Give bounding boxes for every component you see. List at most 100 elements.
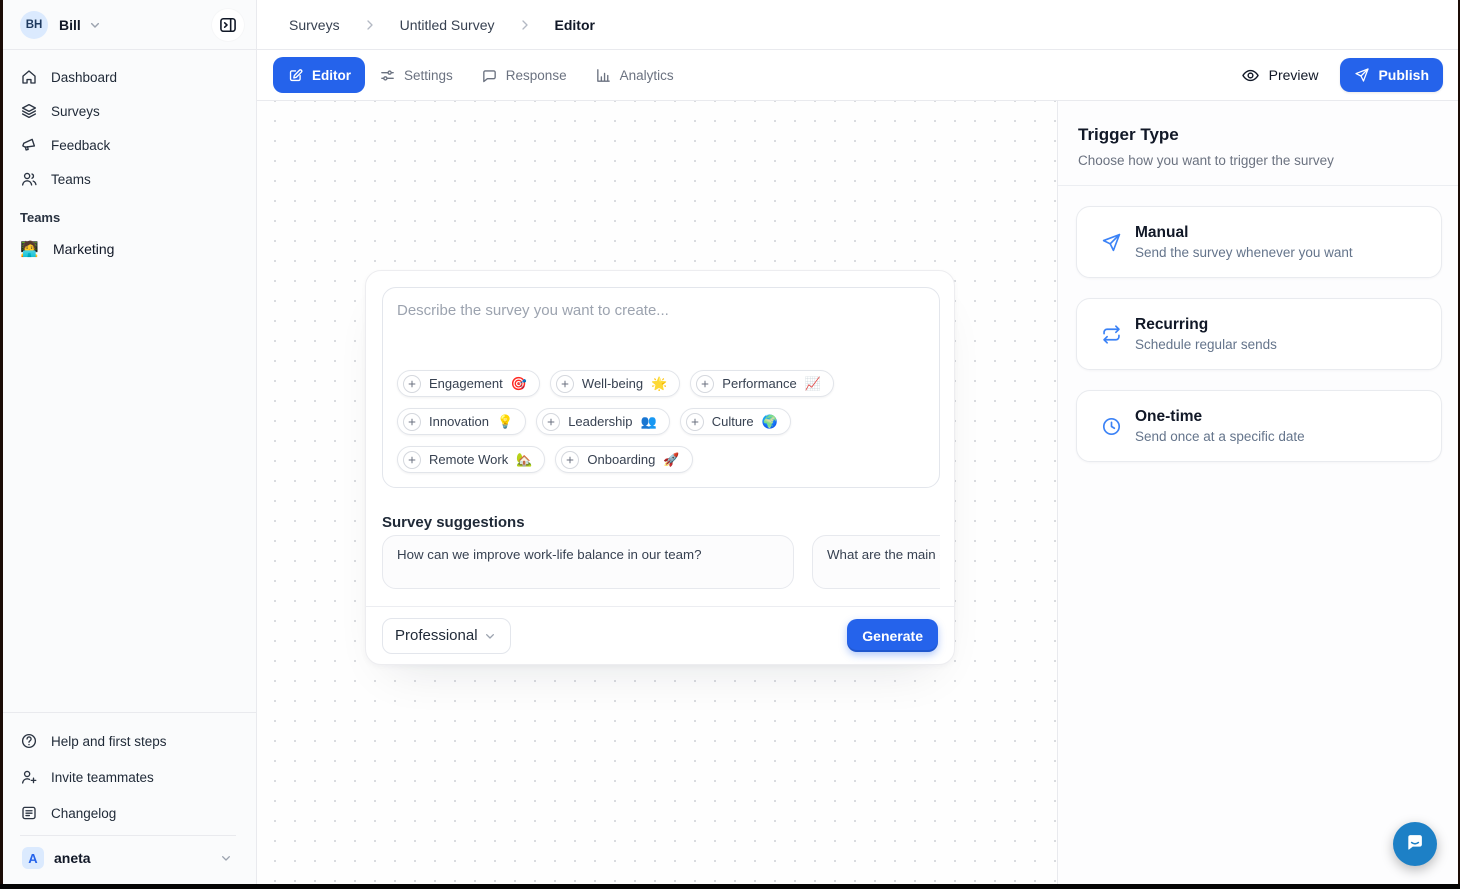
editor-canvas[interactable]: Describe the survey you want to create..… xyxy=(257,101,1057,884)
chip-onboarding[interactable]: Onboarding 🚀 xyxy=(555,446,692,473)
tab-settings[interactable]: Settings xyxy=(365,57,467,93)
plus-icon xyxy=(403,375,421,393)
suggestion-card[interactable]: What are the main ob xyxy=(812,535,940,589)
sidebar-teams-section: Teams 🧑‍💻 Marketing xyxy=(0,196,256,265)
bar-chart-icon xyxy=(595,67,612,84)
chevron-right-icon xyxy=(517,17,533,33)
publish-button[interactable]: Publish xyxy=(1340,58,1443,92)
sidebar-spacer xyxy=(0,265,256,712)
chip-remote-work[interactable]: Remote Work 🏡 xyxy=(397,446,545,473)
tab-label: Analytics xyxy=(620,68,674,83)
option-text: Manual Send the survey whenever you want xyxy=(1135,224,1353,260)
sidebar-header: BH Bill xyxy=(0,0,256,50)
suggestions-row: How can we improve work-life balance in … xyxy=(382,535,940,589)
target-emoji-icon: 🎯 xyxy=(511,376,527,392)
house-emoji-icon: 🏡 xyxy=(516,452,532,468)
chip-engagement[interactable]: Engagement 🎯 xyxy=(397,370,540,397)
chip-innovation[interactable]: Innovation 💡 xyxy=(397,408,526,435)
chip-label: Culture xyxy=(712,414,754,429)
app-window: BH Bill Dashboard Surv xyxy=(0,0,1460,889)
window-edge-bottom xyxy=(0,884,1460,889)
chevron-right-icon xyxy=(362,17,378,33)
account-avatar: A xyxy=(22,847,44,869)
trigger-option-recurring[interactable]: Recurring Schedule regular sends xyxy=(1076,298,1442,370)
sidebar-item-label: Feedback xyxy=(51,138,110,153)
workspace-name[interactable]: Bill xyxy=(59,17,81,33)
editor-toolbar: Editor Settings Response Analytics xyxy=(257,50,1460,101)
tab-response[interactable]: Response xyxy=(467,57,581,93)
trigger-type-panel: Trigger Type Choose how you want to trig… xyxy=(1057,101,1460,884)
sidebar-item-teams[interactable]: Teams xyxy=(8,162,248,196)
option-description: Schedule regular sends xyxy=(1135,337,1277,352)
sidebar-nav: Dashboard Surveys Feedback Teams xyxy=(0,50,256,196)
user-plus-icon xyxy=(20,768,38,786)
edit-icon xyxy=(287,67,304,84)
chip-label: Performance xyxy=(722,376,796,391)
chip-label: Leadership xyxy=(568,414,632,429)
composer-footer: Professional Generate xyxy=(366,606,954,664)
panel-title: Trigger Type xyxy=(1078,125,1440,145)
repeat-icon xyxy=(1101,324,1122,345)
trigger-option-one-time[interactable]: One-time Send once at a specific date xyxy=(1076,390,1442,462)
sliders-icon xyxy=(379,67,396,84)
survey-description-input[interactable]: Describe the survey you want to create..… xyxy=(382,287,940,488)
tab-label: Response xyxy=(506,68,567,83)
sidebar-item-changelog[interactable]: Changelog xyxy=(8,795,248,831)
sidebar-item-surveys[interactable]: Surveys xyxy=(8,94,248,128)
panel-subtitle: Choose how you want to trigger the surve… xyxy=(1078,153,1440,168)
chevron-down-icon xyxy=(218,850,234,866)
trigger-options: Manual Send the survey whenever you want… xyxy=(1058,186,1460,482)
plus-icon xyxy=(403,413,421,431)
sidebar-item-dashboard[interactable]: Dashboard xyxy=(8,60,248,94)
chip-label: Innovation xyxy=(429,414,489,429)
breadcrumb: Surveys Untitled Survey Editor xyxy=(257,0,1460,50)
chip-leadership[interactable]: Leadership 👥 xyxy=(536,408,670,435)
tone-value: Professional xyxy=(395,627,478,644)
panel-toggle-icon xyxy=(218,15,238,35)
chip-well-being[interactable]: Well-being 🌟 xyxy=(550,370,680,397)
sidebar-item-feedback[interactable]: Feedback xyxy=(8,128,248,162)
layers-icon xyxy=(20,102,38,120)
tone-select[interactable]: Professional xyxy=(382,618,511,654)
paper-plane-icon xyxy=(1354,67,1370,83)
account-name: aneta xyxy=(54,850,91,866)
option-title: Recurring xyxy=(1135,316,1277,334)
preview-button[interactable]: Preview xyxy=(1241,66,1319,85)
plus-icon xyxy=(696,375,714,393)
topic-chips: Engagement 🎯 Well-being 🌟 Performance 📈 xyxy=(397,370,925,473)
chevron-down-icon[interactable] xyxy=(87,17,103,33)
sidebar-item-label: Surveys xyxy=(51,104,100,119)
plus-icon xyxy=(686,413,704,431)
sidebar-item-help[interactable]: Help and first steps xyxy=(8,723,248,759)
chat-launcher-button[interactable] xyxy=(1393,822,1437,866)
sidebar-item-label: Invite teammates xyxy=(51,770,154,785)
input-placeholder: Describe the survey you want to create..… xyxy=(397,302,925,319)
trigger-option-manual[interactable]: Manual Send the survey whenever you want xyxy=(1076,206,1442,278)
sidebar-item-label: Dashboard xyxy=(51,70,117,85)
sidebar-item-team-marketing[interactable]: 🧑‍💻 Marketing xyxy=(8,233,248,265)
option-text: Recurring Schedule regular sends xyxy=(1135,316,1277,352)
trigger-panel-header: Trigger Type Choose how you want to trig… xyxy=(1058,101,1460,186)
users-icon xyxy=(20,170,38,188)
sidebar-item-invite[interactable]: Invite teammates xyxy=(8,759,248,795)
breadcrumb-surveys[interactable]: Surveys xyxy=(289,17,340,33)
bulb-emoji-icon: 💡 xyxy=(497,414,513,430)
option-description: Send the survey whenever you want xyxy=(1135,245,1353,260)
account-menu[interactable]: A aneta xyxy=(20,836,236,880)
suggestion-card[interactable]: How can we improve work-life balance in … xyxy=(382,535,794,589)
generate-button[interactable]: Generate xyxy=(847,619,938,652)
teams-section-label: Teams xyxy=(8,210,248,225)
tab-analytics[interactable]: Analytics xyxy=(581,57,688,93)
breadcrumb-untitled-survey[interactable]: Untitled Survey xyxy=(400,17,495,33)
sidebar-collapse-button[interactable] xyxy=(212,9,244,41)
option-title: One-time xyxy=(1135,408,1305,426)
option-description: Send once at a specific date xyxy=(1135,429,1305,444)
tab-editor[interactable]: Editor xyxy=(273,57,365,93)
chart-emoji-icon: 📈 xyxy=(805,376,821,392)
chip-culture[interactable]: Culture 🌍 xyxy=(680,408,791,435)
sidebar-item-label: Changelog xyxy=(51,806,116,821)
preview-label: Preview xyxy=(1269,67,1319,83)
window-edge-left xyxy=(0,0,3,889)
workspace-avatar[interactable]: BH xyxy=(20,11,48,39)
chip-performance[interactable]: Performance 📈 xyxy=(690,370,834,397)
